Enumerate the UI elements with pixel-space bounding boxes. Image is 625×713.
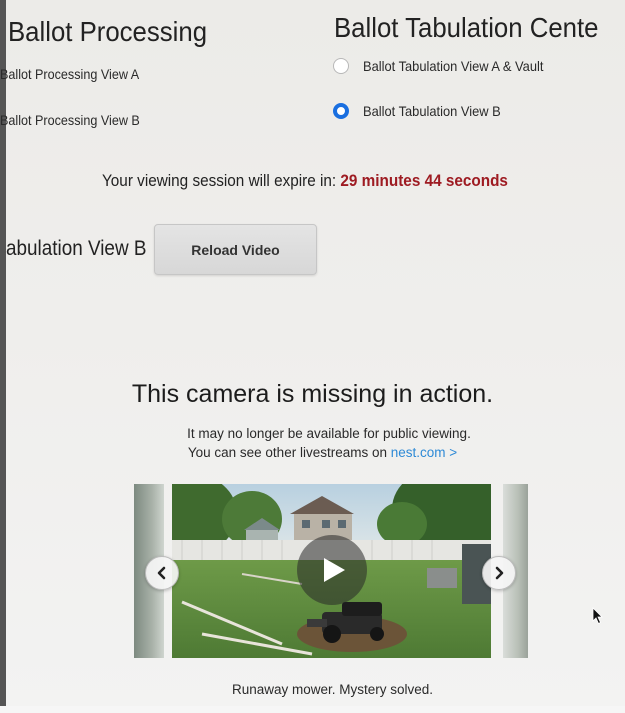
carousel-prev-button[interactable] [145,556,179,590]
camera-missing-line1: It may no longer be available for public… [187,426,471,441]
chevron-left-icon [157,566,166,580]
processing-view-b-link[interactable]: Ballot Processing View B [0,112,140,128]
camera-missing-title: This camera is missing in action. [131,380,494,408]
carousel-next-button[interactable] [482,556,516,590]
nest-com-link[interactable]: nest.com > [391,445,457,460]
radio-checked[interactable] [333,103,349,119]
radio-unchecked[interactable] [333,58,349,74]
play-video-button[interactable] [297,535,367,605]
current-view-label: abulation View B [6,237,147,260]
mouse-cursor-icon [592,607,603,625]
processing-view-a-link[interactable]: Ballot Processing View A [0,66,139,82]
session-expiry-prefix: Your viewing session will expire in: [102,171,341,190]
tabulation-view-b-option[interactable]: Ballot Tabulation View B [333,103,513,119]
reload-video-button[interactable]: Reload Video [154,224,317,275]
session-expiry-time: 29 minutes 44 seconds [340,171,508,190]
ballot-processing-heading: Ballot Processing [8,16,208,47]
session-expiry-notice: Your viewing session will expire in: 29 … [102,171,508,191]
tabulation-view-b-label: Ballot Tabulation View B [363,103,501,119]
tabulation-view-a-label: Ballot Tabulation View A & Vault [363,58,544,74]
monitor-screen: Ballot Processing Ballot Tabulation Cent… [0,0,625,713]
camera-missing-line2-prefix: You can see other livestreams on [187,445,391,460]
play-icon [324,558,345,582]
video-caption: Runaway mower. Mystery solved. [231,682,434,697]
screen-bezel-bottom [0,706,625,713]
tabulation-view-a-option[interactable]: Ballot Tabulation View A & Vault [333,58,559,74]
chevron-right-icon [495,566,504,580]
camera-missing-line2: You can see other livestreams on nest.co… [0,445,625,460]
screen-bezel-left [0,0,6,713]
ballot-tabulation-heading: Ballot Tabulation Cente [334,12,599,43]
